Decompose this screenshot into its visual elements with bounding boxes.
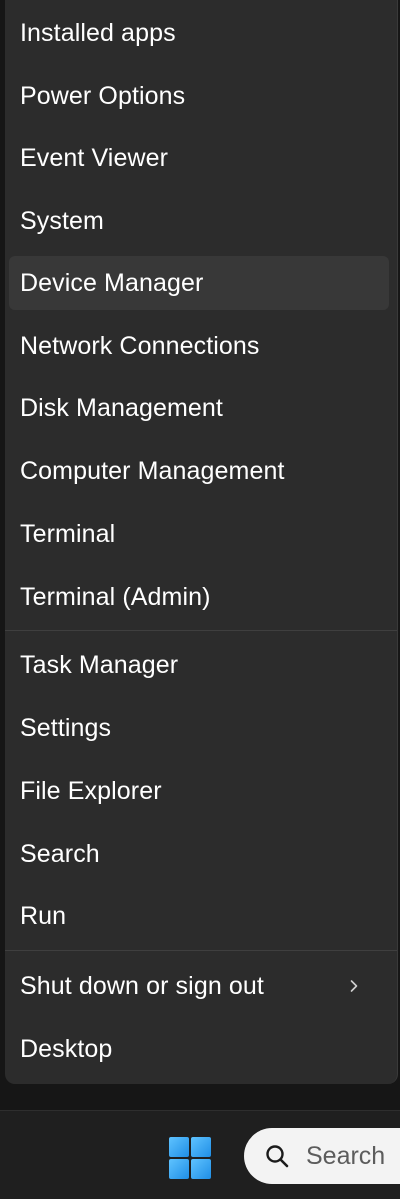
menu-item-label: System xyxy=(20,206,104,235)
search-placeholder: Search xyxy=(306,1141,386,1170)
menu-item-label: Terminal xyxy=(20,519,116,548)
menu-item-network-connections[interactable]: Network Connections xyxy=(9,319,389,373)
menu-item-search[interactable]: Search xyxy=(9,827,389,881)
menu-item-label: Disk Management xyxy=(20,393,223,422)
search-icon xyxy=(266,1145,289,1168)
menu-item-label: Terminal (Admin) xyxy=(20,582,211,611)
menu-item-label: Power Options xyxy=(20,81,186,110)
menu-divider xyxy=(5,950,397,951)
menu-item-label: Shut down or sign out xyxy=(20,971,264,1000)
menu-item-terminal[interactable]: Terminal xyxy=(9,507,389,561)
menu-item-label: Search xyxy=(20,839,100,868)
taskbar: Search xyxy=(0,1110,400,1199)
menu-item-label: Network Connections xyxy=(20,331,260,360)
menu-item-task-manager[interactable]: Task Manager xyxy=(9,638,389,692)
menu-item-label: Task Manager xyxy=(20,650,179,679)
menu-item-system[interactable]: System xyxy=(9,194,389,248)
menu-item-device-manager[interactable]: Device Manager xyxy=(9,256,389,310)
start-button[interactable] xyxy=(163,1131,217,1185)
menu-item-computer-management[interactable]: Computer Management xyxy=(9,444,389,498)
menu-item-shut-down-or-sign-out[interactable]: Shut down or sign out xyxy=(9,959,389,1013)
menu-item-disk-management[interactable]: Disk Management xyxy=(9,381,389,435)
menu-item-label: Event Viewer xyxy=(20,143,169,172)
menu-item-event-viewer[interactable]: Event Viewer xyxy=(9,131,389,185)
menu-item-file-explorer[interactable]: File Explorer xyxy=(9,764,389,818)
windows-logo-icon xyxy=(169,1137,211,1179)
menu-item-label: Device Manager xyxy=(20,268,204,297)
menu-item-label: Computer Management xyxy=(20,456,285,485)
menu-item-run[interactable]: Run xyxy=(9,889,389,943)
menu-item-label: Run xyxy=(20,901,67,930)
quick-link-menu: Installed apps Power Options Event Viewe… xyxy=(5,0,398,1084)
menu-item-terminal-admin[interactable]: Terminal (Admin) xyxy=(9,570,389,624)
menu-item-label: File Explorer xyxy=(20,776,162,805)
menu-item-label: Installed apps xyxy=(20,18,176,47)
chevron-right-icon xyxy=(350,980,358,992)
screen: Installed apps Power Options Event Viewe… xyxy=(0,0,400,1199)
menu-item-label: Settings xyxy=(20,713,112,742)
menu-item-desktop[interactable]: Desktop xyxy=(9,1022,389,1076)
menu-item-settings[interactable]: Settings xyxy=(9,701,389,755)
menu-item-power-options[interactable]: Power Options xyxy=(9,69,389,123)
menu-divider xyxy=(5,630,397,631)
menu-item-label: Desktop xyxy=(20,1034,113,1063)
taskbar-search-box[interactable]: Search xyxy=(244,1128,400,1184)
menu-item-installed-apps[interactable]: Installed apps xyxy=(9,6,389,60)
